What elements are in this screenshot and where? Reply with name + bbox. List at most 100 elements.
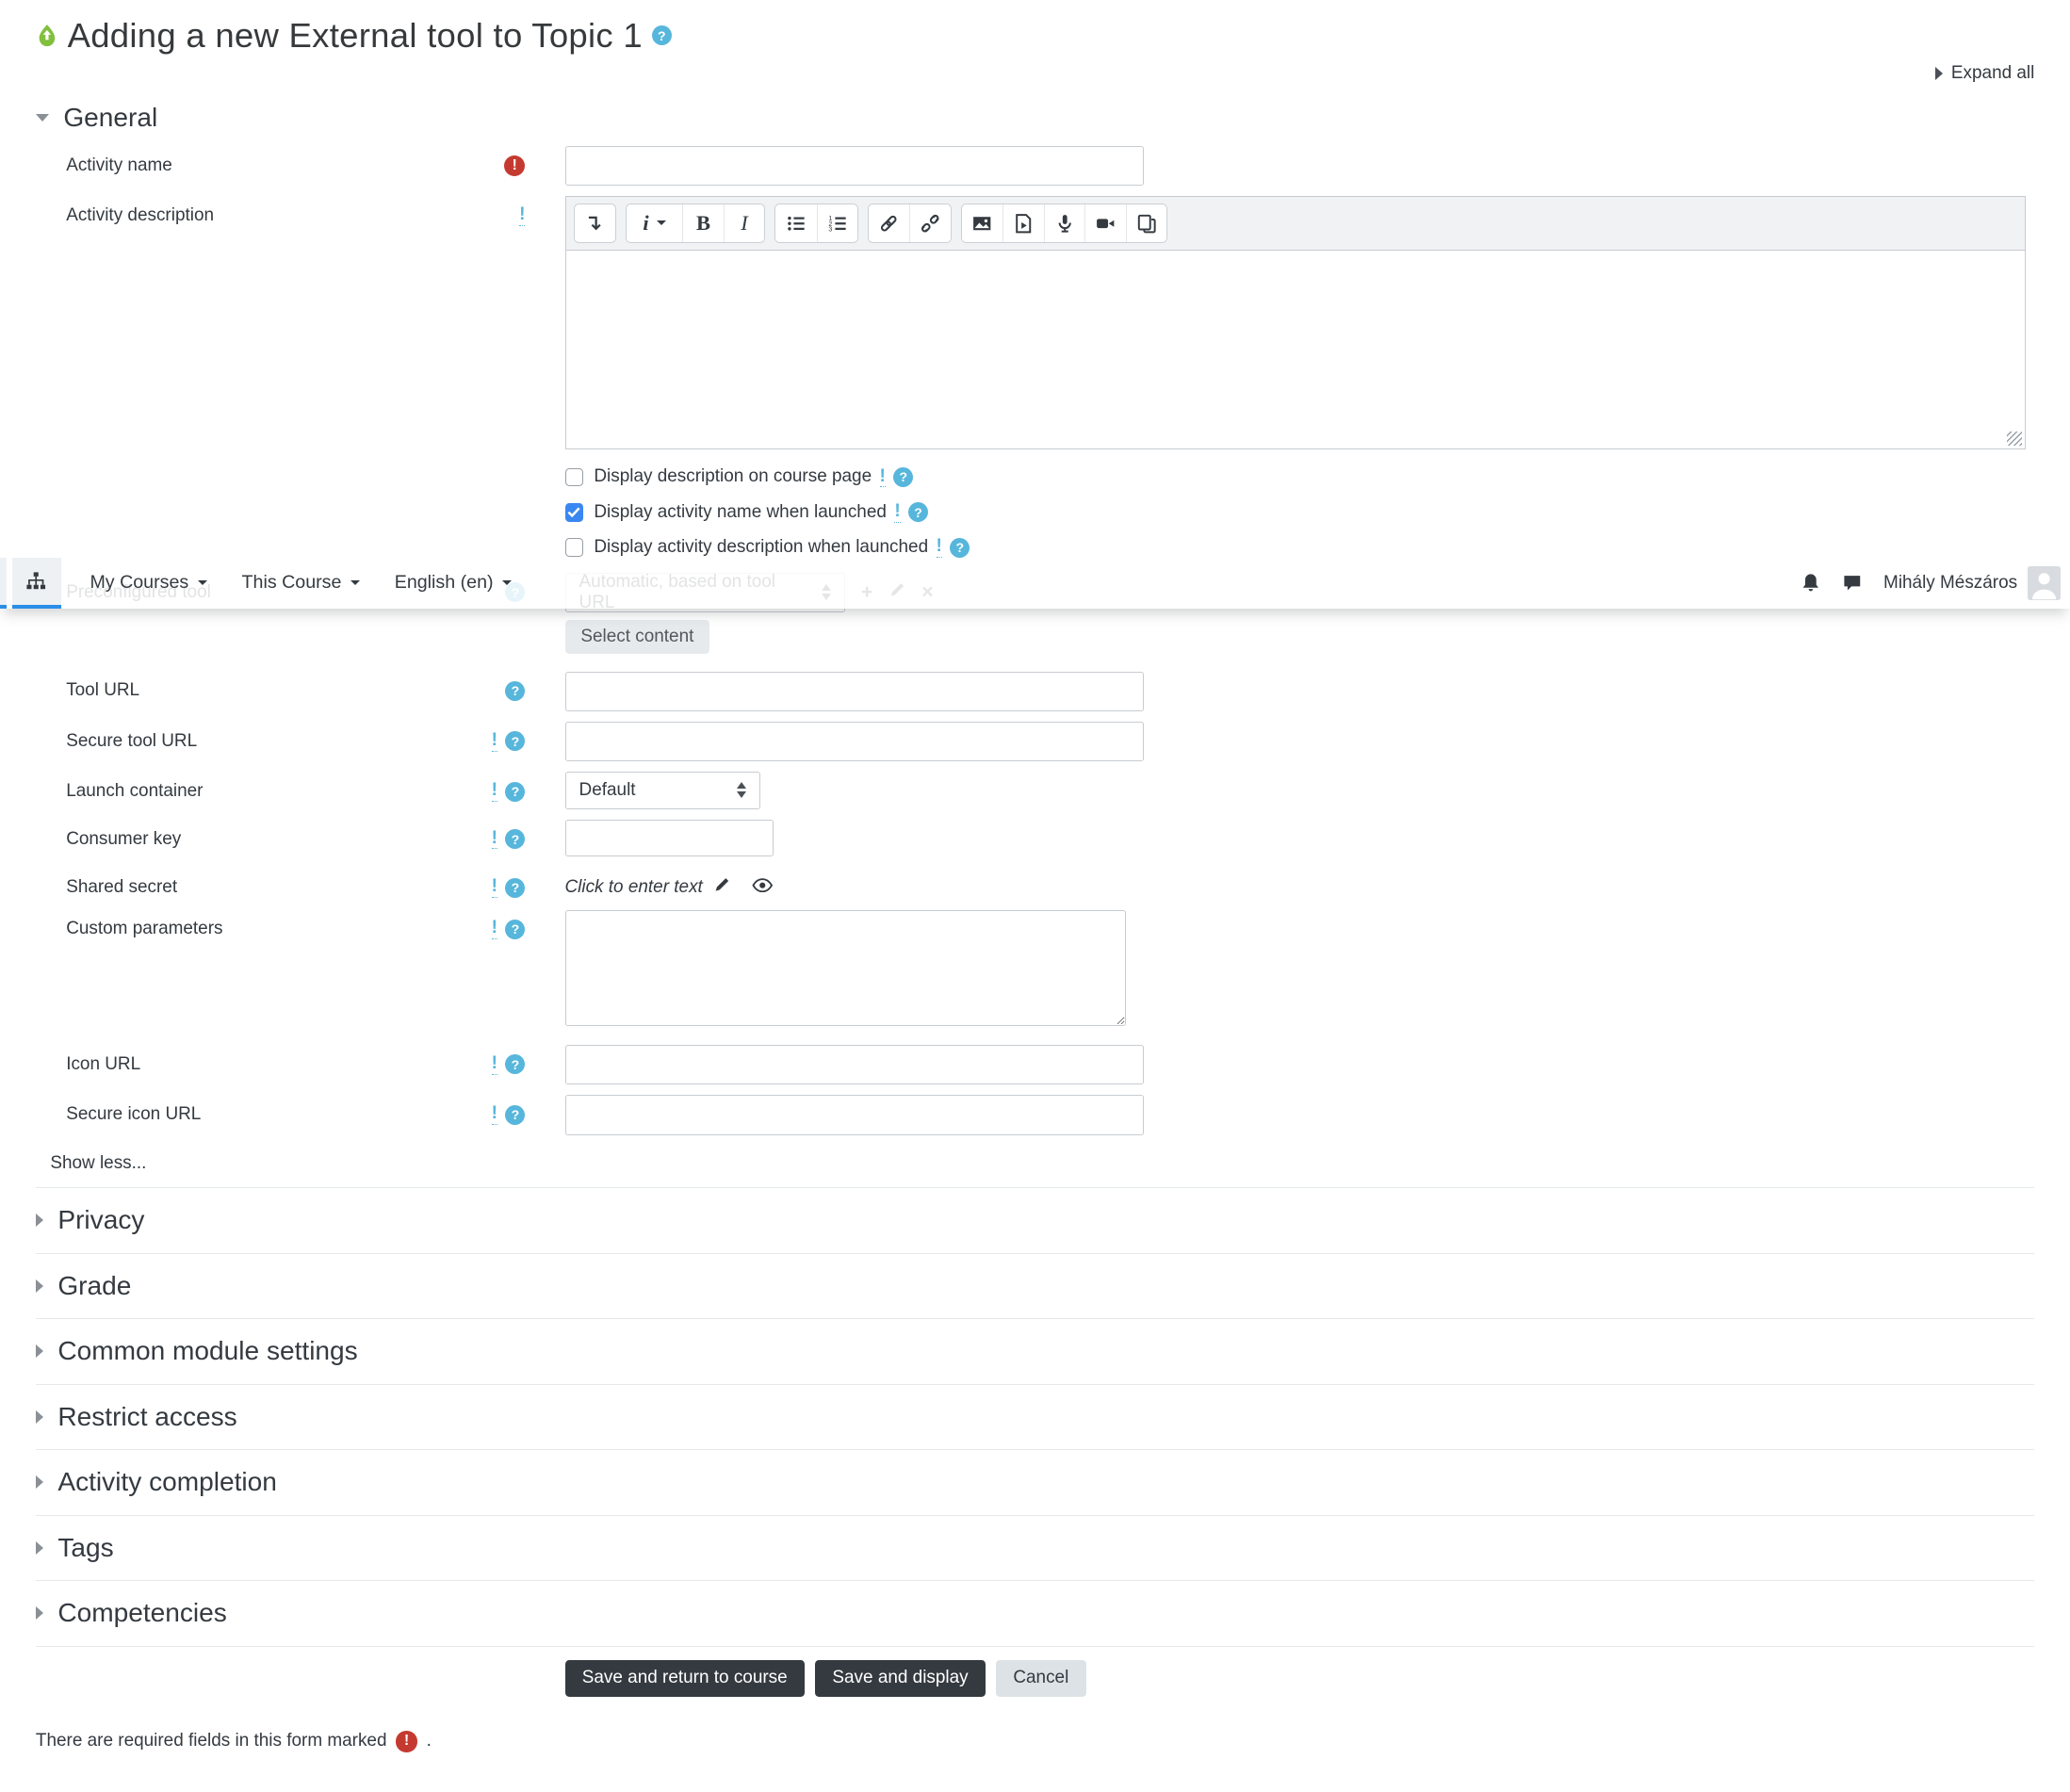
section-general-header[interactable]: General (35, 102, 2034, 133)
section-restrict-access[interactable]: Restrict access (35, 1385, 2035, 1451)
warning-icon: ! (491, 729, 497, 752)
activity-name-input[interactable] (564, 145, 1145, 187)
activity-settings-page: Adding a new External tool to Topic 1 ? … (0, 0, 2070, 1792)
help-icon[interactable]: ? (505, 829, 526, 850)
section-label: Privacy (57, 1205, 145, 1235)
svg-text:3: 3 (828, 226, 832, 233)
required-note-period: . (426, 1731, 432, 1751)
navbar-tab-partial[interactable] (0, 558, 8, 609)
show-less-link[interactable]: Show less... (50, 1153, 2034, 1174)
section-common-module-settings[interactable]: Common module settings (35, 1319, 2035, 1385)
warning-icon: ! (936, 536, 942, 559)
italic-icon[interactable]: I (723, 204, 765, 242)
bulleted-list-icon[interactable] (775, 204, 817, 242)
manage-files-icon[interactable] (1125, 204, 1167, 242)
collapse-toolbar-icon[interactable] (574, 204, 616, 242)
custom-parameters-label: Custom parameters (66, 919, 223, 939)
help-icon[interactable]: ? (651, 25, 672, 46)
section-label: Tags (57, 1532, 114, 1562)
save-return-button[interactable]: Save and return to course (564, 1659, 805, 1697)
caret-right-icon (35, 1214, 43, 1228)
nav-language-label: English (en) (394, 572, 494, 594)
save-display-button[interactable]: Save and display (815, 1659, 986, 1697)
avatar[interactable] (2028, 566, 2062, 600)
editor-content-area[interactable] (564, 250, 2026, 450)
help-icon[interactable]: ? (505, 919, 526, 939)
warning-icon: ! (491, 876, 497, 899)
icon-url-input[interactable] (564, 1045, 1145, 1085)
link-icon[interactable] (868, 204, 910, 242)
secure-tool-url-input[interactable] (564, 721, 1145, 761)
shared-secret-edit-link[interactable]: Click to enter text (565, 877, 703, 898)
tool-url-input[interactable] (564, 671, 1145, 711)
chevron-down-icon (657, 220, 667, 225)
nav-my-courses[interactable]: My Courses (90, 572, 208, 594)
record-video-icon[interactable] (1084, 204, 1126, 242)
help-icon[interactable]: ? (505, 877, 526, 898)
navbar-overlap-zone: Preconfigured tool ? Automatic, based on… (0, 558, 2070, 612)
pencil-icon[interactable] (713, 876, 730, 899)
cancel-button[interactable]: Cancel (996, 1659, 1086, 1697)
media-icon[interactable] (1002, 204, 1044, 242)
page-title-row: Adding a new External tool to Topic 1 ? (36, 16, 2034, 56)
help-icon[interactable]: ? (505, 1104, 526, 1125)
help-icon[interactable]: ? (505, 731, 526, 752)
required-icon: ! (503, 155, 526, 177)
user-name[interactable]: Mihály Mészáros (1883, 573, 2017, 594)
custom-parameters-row: Custom parameters !? (36, 909, 2034, 1033)
resize-grip-icon[interactable] (2007, 431, 2022, 447)
display-activity-description-checkbox[interactable] (564, 538, 584, 558)
record-audio-icon[interactable] (1043, 204, 1085, 242)
launch-container-select[interactable]: Default (564, 772, 761, 809)
numbered-list-icon[interactable]: 123 (816, 204, 858, 242)
custom-parameters-textarea[interactable] (564, 909, 1126, 1027)
consumer-key-input[interactable] (564, 819, 774, 857)
section-activity-completion[interactable]: Activity completion (35, 1450, 2035, 1516)
tool-url-label: Tool URL (66, 680, 140, 701)
required-fields-note: There are required fields in this form m… (36, 1731, 2034, 1752)
display-description-checkbox[interactable] (564, 467, 584, 487)
activity-description-row: Activity description ! i B I 1 2 3 (36, 196, 2034, 450)
help-icon[interactable]: ? (505, 680, 526, 701)
paragraph-style-icon[interactable]: i (627, 204, 683, 242)
section-general-label: General (63, 102, 158, 132)
caret-right-icon (35, 1475, 43, 1490)
secure-icon-url-input[interactable] (564, 1095, 1145, 1135)
navbar-links: My Courses This Course English (en) (90, 572, 513, 594)
section-tags[interactable]: Tags (35, 1516, 2035, 1582)
select-content-row: Select content (564, 620, 2035, 655)
section-competencies[interactable]: Competencies (35, 1581, 2035, 1647)
expand-all-label: Expand all (1950, 63, 2035, 84)
nav-language[interactable]: English (en) (395, 572, 513, 594)
warning-icon: ! (491, 918, 497, 940)
caret-right-icon (35, 1279, 43, 1293)
image-icon[interactable] (961, 204, 1003, 242)
help-icon[interactable]: ? (505, 781, 526, 802)
sitemap-icon[interactable] (11, 558, 61, 609)
expand-all-link[interactable]: Expand all (36, 63, 2034, 84)
chevron-down-icon (502, 580, 513, 585)
unlink-icon[interactable] (909, 204, 951, 242)
warning-icon: ! (491, 780, 497, 802)
section-label: Common module settings (57, 1336, 358, 1366)
checkbox-label: Display description on course page (594, 466, 872, 487)
help-icon[interactable]: ? (893, 466, 914, 487)
chat-icon[interactable] (1843, 574, 1862, 593)
select-content-button[interactable]: Select content (564, 620, 710, 655)
section-grade[interactable]: Grade (35, 1254, 2035, 1320)
form-actions: Save and return to course Save and displ… (36, 1647, 2034, 1697)
eye-icon[interactable] (752, 877, 773, 898)
bold-icon[interactable]: B (682, 204, 724, 242)
navbar-user-area: Mihály Mészáros (1801, 566, 2070, 600)
help-icon[interactable]: ? (950, 537, 970, 558)
help-icon[interactable]: ? (505, 1054, 526, 1075)
section-privacy[interactable]: Privacy (35, 1188, 2035, 1254)
warning-icon: ! (491, 1103, 497, 1126)
bell-icon[interactable] (1801, 573, 1820, 593)
shared-secret-row: Shared secret !? Click to enter text (36, 867, 2034, 899)
display-activity-name-checkbox[interactable] (564, 503, 584, 522)
display-activity-description-option: Display activity description when launch… (564, 536, 2035, 559)
caret-right-icon (35, 1344, 43, 1359)
help-icon[interactable]: ? (908, 502, 929, 523)
nav-this-course[interactable]: This Course (242, 572, 361, 594)
